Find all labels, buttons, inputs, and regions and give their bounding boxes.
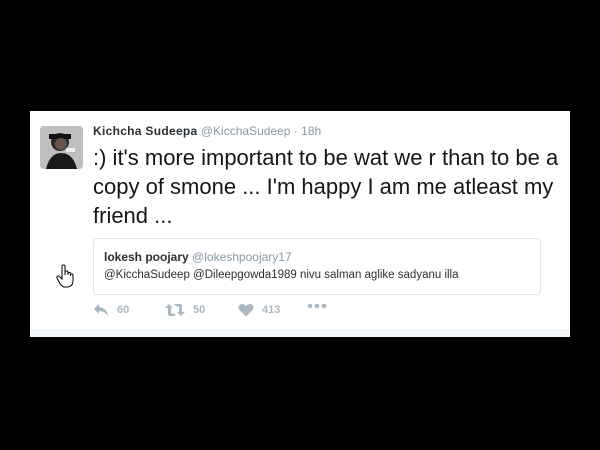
reply-count: 60 xyxy=(117,304,130,316)
quoted-tweet-header: lokesh poojary @lokeshpoojary17 xyxy=(104,250,292,264)
avatar[interactable] xyxy=(40,126,83,169)
reply-button[interactable]: 60 xyxy=(93,303,129,317)
quoted-author-name: lokesh poojary xyxy=(104,250,189,264)
more-options-button[interactable] xyxy=(307,303,327,309)
tweet-text: :) it's more important to be wat we r th… xyxy=(93,145,559,228)
separator-dot: · xyxy=(293,124,298,138)
quoted-tweet[interactable]: lokesh poojary @lokeshpoojary17 @KicchaS… xyxy=(93,238,541,295)
hand-pointer-icon xyxy=(56,264,74,288)
like-button[interactable]: 413 xyxy=(238,303,280,317)
retweet-count: 50 xyxy=(193,304,206,316)
card-divider xyxy=(30,330,570,337)
reply-icon xyxy=(94,304,108,316)
more-dots-icon xyxy=(307,303,327,309)
profile-photo-icon xyxy=(40,126,83,169)
author-name[interactable]: Kichcha Sudeepa xyxy=(93,124,198,138)
retweet-icon xyxy=(165,304,185,316)
tweet-header: Kichcha Sudeepa @KicchaSudeep · 18h xyxy=(93,124,321,138)
quoted-tweet-text: @KicchaSudeep @Dileepgowda1989 nivu salm… xyxy=(104,269,459,281)
retweet-button[interactable]: 50 xyxy=(165,303,205,317)
heart-icon xyxy=(238,303,254,317)
like-count: 413 xyxy=(262,304,281,316)
author-handle[interactable]: @KicchaSudeep xyxy=(201,124,291,138)
quoted-author-handle: @lokeshpoojary17 xyxy=(192,250,292,264)
tweet-timestamp[interactable]: 18h xyxy=(301,124,321,138)
